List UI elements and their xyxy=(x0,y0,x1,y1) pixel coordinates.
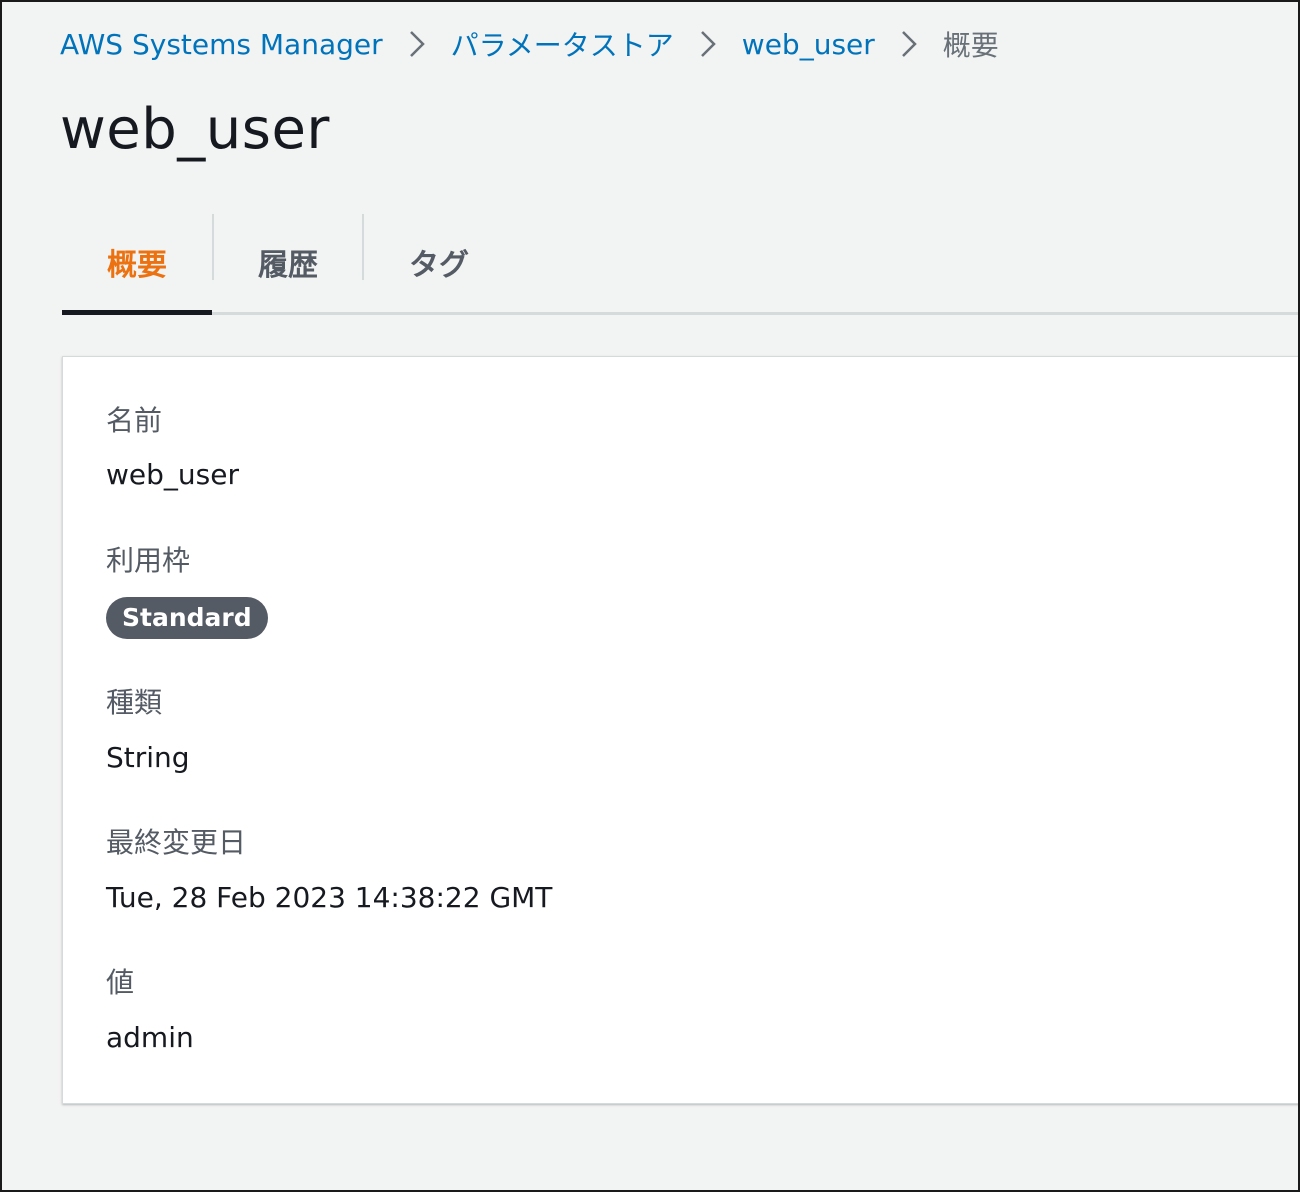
breadcrumb-link-web-user[interactable]: web_user xyxy=(742,28,875,61)
value-label: 値 xyxy=(106,966,135,999)
type-label: 種類 xyxy=(106,686,163,719)
tab-history[interactable]: 履歴 xyxy=(214,214,362,310)
tier-label: 利用枠 xyxy=(106,544,191,577)
tab-label: タグ xyxy=(409,248,469,283)
type-value: String xyxy=(106,741,190,774)
page-title: web_user xyxy=(60,97,330,162)
tab-label: 履歴 xyxy=(258,248,318,283)
last-modified-value: Tue, 28 Feb 2023 14:38:22 GMT xyxy=(106,881,553,914)
last-modified-label: 最終変更日 xyxy=(106,826,247,859)
details-panel: 名前 web_user 利用枠 Standard 種類 String 最終変更日… xyxy=(62,356,1298,1104)
tab-overview[interactable]: 概要 xyxy=(62,214,212,310)
value-value: admin xyxy=(106,1021,194,1054)
breadcrumb-link-parameter-store[interactable]: パラメータストア xyxy=(451,24,674,64)
chevron-right-icon xyxy=(397,24,437,64)
breadcrumb-link-systems-manager[interactable]: AWS Systems Manager xyxy=(60,28,383,61)
tab-tags[interactable]: タグ xyxy=(364,214,514,310)
app-window: AWS Systems Manager パラメータストア web_user 概要… xyxy=(0,0,1300,1192)
chevron-right-icon xyxy=(688,24,728,64)
breadcrumb-current: 概要 xyxy=(942,29,999,62)
tab-label: 概要 xyxy=(107,248,167,283)
tier-badge: Standard xyxy=(106,597,268,639)
tab-bar: 概要 履歴 タグ xyxy=(62,214,1298,315)
breadcrumb: AWS Systems Manager パラメータストア web_user 概要 xyxy=(60,24,999,64)
name-label: 名前 xyxy=(106,404,163,437)
chevron-right-icon xyxy=(889,24,929,64)
name-value: web_user xyxy=(106,458,239,491)
active-tab-indicator xyxy=(62,310,212,315)
